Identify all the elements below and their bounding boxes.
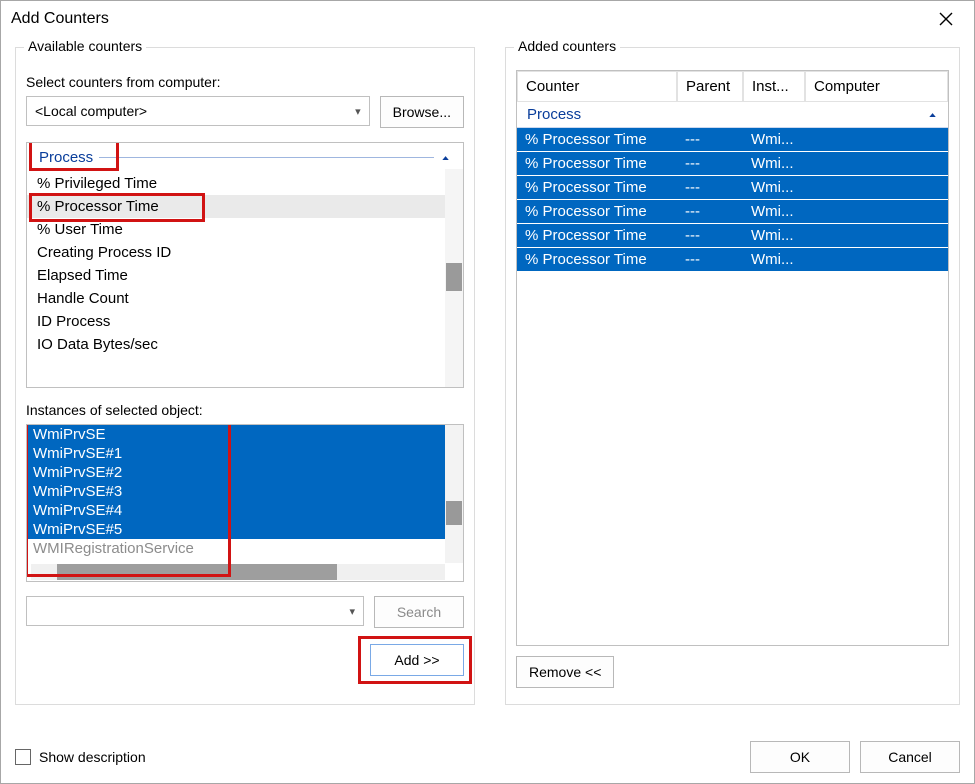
show-description-label: Show description (39, 749, 146, 765)
counters-list[interactable]: Process ▲ % Privileged Time% Processor T… (26, 142, 464, 388)
cell-computer (805, 128, 948, 151)
added-counters-table: Counter Parent Inst... Computer Process … (516, 70, 949, 646)
counters-scrollbar[interactable] (445, 169, 463, 387)
browse-button[interactable]: Browse... (380, 96, 464, 128)
cell-parent: --- (677, 128, 743, 151)
close-button[interactable] (928, 3, 964, 35)
search-input[interactable]: ▾ (26, 596, 364, 626)
cell-parent: --- (677, 224, 743, 247)
show-description-checkbox[interactable] (15, 749, 31, 765)
window-title: Add Counters (11, 10, 928, 28)
caret-up-icon: ▲ (927, 111, 938, 118)
available-counters-legend: Available counters (24, 38, 146, 54)
added-row[interactable]: % Processor Time---Wmi... (517, 224, 948, 248)
added-row[interactable]: % Processor Time---Wmi... (517, 200, 948, 224)
cell-counter: % Processor Time (517, 248, 677, 271)
cell-counter: % Processor Time (517, 224, 677, 247)
cell-inst: Wmi... (743, 224, 805, 247)
chevron-down-icon: ▾ (349, 605, 355, 618)
close-icon (939, 12, 953, 26)
instances-hscroll[interactable] (31, 564, 445, 580)
counter-item[interactable]: IO Data Bytes/sec (27, 333, 463, 356)
cell-inst: Wmi... (743, 128, 805, 151)
cell-computer (805, 152, 948, 175)
instance-item[interactable]: WmiPrvSE#1 (27, 444, 463, 463)
cancel-button[interactable]: Cancel (860, 741, 960, 773)
counter-item[interactable]: % User Time (27, 218, 463, 241)
computer-combo[interactable]: <Local computer> ▾ (26, 96, 370, 126)
instance-item[interactable]: WmiPrvSE#4 (27, 501, 463, 520)
added-counters-legend: Added counters (514, 38, 620, 54)
col-counter[interactable]: Counter (517, 71, 677, 102)
remove-button[interactable]: Remove << (516, 656, 614, 688)
counter-item[interactable]: % Privileged Time (27, 172, 463, 195)
col-inst[interactable]: Inst... (743, 71, 805, 102)
counter-item[interactable]: Elapsed Time (27, 264, 463, 287)
ok-button[interactable]: OK (750, 741, 850, 773)
cell-parent: --- (677, 152, 743, 175)
cell-counter: % Processor Time (517, 176, 677, 199)
instance-item[interactable]: WmiPrvSE#5 (27, 520, 463, 539)
counter-item[interactable]: Creating Process ID (27, 241, 463, 264)
cell-inst: Wmi... (743, 176, 805, 199)
instances-vscroll[interactable] (445, 425, 463, 563)
cell-computer (805, 248, 948, 271)
computer-value: <Local computer> (35, 103, 147, 119)
counter-item[interactable]: ID Process (27, 310, 463, 333)
available-counters-group: Available counters Select counters from … (15, 47, 475, 705)
titlebar: Add Counters (1, 1, 974, 37)
instances-list[interactable]: WmiPrvSEWmiPrvSE#1WmiPrvSE#2WmiPrvSE#3Wm… (26, 424, 464, 582)
instance-item[interactable]: WmiPrvSE#3 (27, 482, 463, 501)
counter-group-name: Process (39, 149, 93, 166)
instance-item[interactable]: WmiPrvSE (27, 425, 463, 444)
chevron-down-icon: ▾ (355, 105, 361, 118)
added-group-header[interactable]: Process ▲ (517, 102, 948, 128)
added-group-name: Process (527, 106, 581, 123)
cell-counter: % Processor Time (517, 152, 677, 175)
cell-inst: Wmi... (743, 152, 805, 175)
add-button[interactable]: Add >> (370, 644, 464, 676)
cell-computer (805, 224, 948, 247)
cell-counter: % Processor Time (517, 200, 677, 223)
added-row[interactable]: % Processor Time---Wmi... (517, 248, 948, 272)
cell-counter: % Processor Time (517, 128, 677, 151)
cell-inst: Wmi... (743, 248, 805, 271)
added-row[interactable]: % Processor Time---Wmi... (517, 176, 948, 200)
col-parent[interactable]: Parent (677, 71, 743, 102)
added-columns-header: Counter Parent Inst... Computer (517, 71, 948, 102)
instance-item[interactable]: WmiPrvSE#2 (27, 463, 463, 482)
cell-computer (805, 200, 948, 223)
search-button[interactable]: Search (374, 596, 464, 628)
dialog-window: Add Counters Available counters Select c… (0, 0, 975, 784)
cell-parent: --- (677, 200, 743, 223)
added-row[interactable]: % Processor Time---Wmi... (517, 152, 948, 176)
col-computer[interactable]: Computer (805, 71, 948, 102)
counter-group-header[interactable]: Process ▲ (31, 145, 459, 170)
cell-parent: --- (677, 248, 743, 271)
counter-item[interactable]: % Processor Time (27, 195, 463, 218)
added-row[interactable]: % Processor Time---Wmi... (517, 128, 948, 152)
cell-inst: Wmi... (743, 200, 805, 223)
cell-parent: --- (677, 176, 743, 199)
added-counters-group: Added counters Counter Parent Inst... Co… (505, 47, 960, 705)
instances-label: Instances of selected object: (26, 402, 464, 418)
instance-item[interactable]: WMIRegistrationService (27, 539, 463, 558)
counter-item[interactable]: Handle Count (27, 287, 463, 310)
cell-computer (805, 176, 948, 199)
caret-up-icon: ▲ (440, 154, 451, 161)
select-computer-label: Select counters from computer: (26, 74, 464, 90)
